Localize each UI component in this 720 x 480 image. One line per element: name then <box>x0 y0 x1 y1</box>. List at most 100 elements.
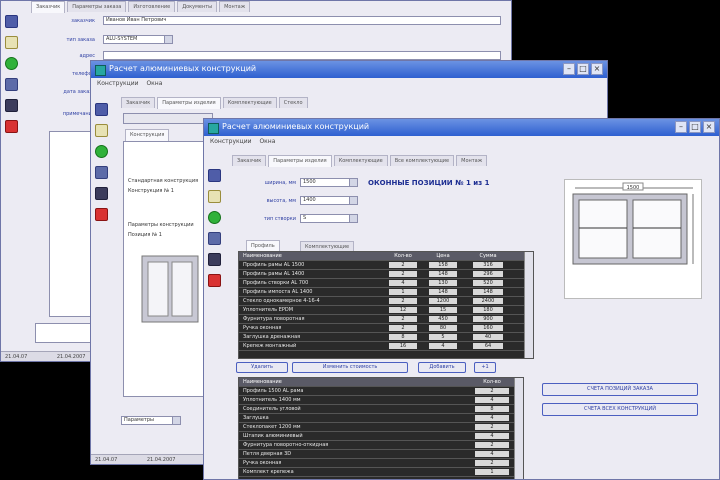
fax-icon[interactable] <box>208 253 221 266</box>
col-name: Наименование <box>243 379 282 385</box>
cell-name: Ручка оконная <box>243 325 282 331</box>
menu-item-constructions[interactable]: Конструкции <box>97 80 139 87</box>
tab-customer[interactable]: Заказчик <box>232 155 267 166</box>
table-row[interactable]: Крепеж монтажный 16 4 64 <box>239 342 533 351</box>
menu-item-constructions[interactable]: Конструкции <box>210 138 252 145</box>
chevron-down-icon[interactable] <box>172 417 180 424</box>
position-invoices-button[interactable]: СЧЕТА ПОЗИЦИЙ ЗАКАЗА <box>542 383 698 396</box>
print-icon[interactable] <box>5 78 18 91</box>
table-row[interactable]: Стекло однокамерное 4-16-4 2 1200 2400 <box>239 297 533 306</box>
grid-scrollbar[interactable] <box>514 378 523 479</box>
toolbar-vertical <box>208 169 224 295</box>
cell-price: 158 <box>429 262 457 268</box>
tab-production[interactable]: Изготовление <box>128 1 176 12</box>
components-grid[interactable]: Наименование Кол-во Профиль 1500 AL рама… <box>238 377 524 479</box>
table-row[interactable]: Профиль 1500 AL рама 2 <box>239 387 523 396</box>
address-input[interactable] <box>103 51 501 60</box>
add-icon[interactable] <box>5 57 18 70</box>
add-button[interactable]: Добавить <box>418 362 466 373</box>
table-row[interactable]: Комплект крепежа 1 <box>239 468 523 477</box>
table-row[interactable]: Стеклопакет 1200 мм 2 <box>239 423 523 432</box>
menu-item-windows[interactable]: Окна <box>146 80 162 87</box>
minimize-button[interactable]: – <box>563 63 575 75</box>
save-icon[interactable] <box>95 103 108 116</box>
tab-all-components[interactable]: Все комплектующие <box>389 155 455 166</box>
print-icon[interactable] <box>95 166 108 179</box>
table-row[interactable]: Петля дверная 3D 4 <box>239 450 523 459</box>
table-row[interactable]: Штапик алюминиевый 4 <box>239 432 523 441</box>
close-button[interactable]: × <box>703 121 715 133</box>
save-icon[interactable] <box>208 169 221 182</box>
copy-icon[interactable] <box>5 36 18 49</box>
tab-components[interactable]: Комплектующие <box>333 155 388 166</box>
print-icon[interactable] <box>208 232 221 245</box>
width-input[interactable]: 1500 <box>300 178 358 187</box>
sash-select[interactable]: S <box>300 214 358 223</box>
tab-mount[interactable]: Монтаж <box>456 155 488 166</box>
cell-qty: 12 <box>389 307 417 313</box>
tab-customer[interactable]: Заказчик <box>121 97 156 108</box>
cell-name: Профиль рамы AL 1500 <box>243 262 305 268</box>
table-row[interactable]: Уплотнитель 1400 мм 4 <box>239 396 523 405</box>
toolbar-vertical <box>95 103 111 229</box>
app-icon <box>208 123 219 134</box>
chevron-down-icon[interactable] <box>349 215 357 222</box>
maximize-button[interactable]: □ <box>689 121 701 133</box>
tabbar: Заказчик Параметры изделия Комплектующие… <box>232 155 719 167</box>
tabbar: Заказчик Параметры заказа Изготовление Д… <box>31 1 511 13</box>
tab-product-params[interactable]: Параметры изделия <box>157 97 221 109</box>
fax-icon[interactable] <box>5 99 18 112</box>
table-row[interactable]: Профиль рамы AL 1500 2 158 316 <box>239 261 533 270</box>
table-row[interactable]: Заглушка 4 <box>239 414 523 423</box>
table-row[interactable]: Профиль рамы AL 1400 2 148 296 <box>239 270 533 279</box>
spin-icon[interactable] <box>349 179 357 186</box>
tab-order-params[interactable]: Параметры заказа <box>67 1 127 12</box>
table-row[interactable]: Ручка оконная 2 80 160 <box>239 324 533 333</box>
table-row[interactable]: Фурнитура поворотная 2 450 900 <box>239 315 533 324</box>
tab-customer[interactable]: Заказчик <box>31 1 66 13</box>
tab-mount[interactable]: Монтаж <box>219 1 251 12</box>
delete-icon[interactable] <box>95 208 108 221</box>
cell-name: Заглушка дренажная <box>243 334 301 340</box>
menu-item-windows[interactable]: Окна <box>259 138 275 145</box>
fax-icon[interactable] <box>95 187 108 200</box>
tab-documents[interactable]: Документы <box>177 1 218 12</box>
chevron-down-icon[interactable] <box>164 36 172 43</box>
delete-icon[interactable] <box>5 120 18 133</box>
bottom-field[interactable] <box>35 323 95 343</box>
close-button[interactable]: × <box>591 63 603 75</box>
grid-scrollbar[interactable] <box>524 252 533 358</box>
order-type-select[interactable]: ALU-SYSTEM <box>103 35 173 44</box>
table-row[interactable]: Профиль импоста AL 1400 1 148 148 <box>239 288 533 297</box>
delete-button[interactable]: Удалить <box>236 362 288 373</box>
change-cost-button[interactable]: Изменить стоимость <box>292 362 408 373</box>
tab-glass[interactable]: Стекло <box>278 97 308 108</box>
add-icon[interactable] <box>208 211 221 224</box>
table-row[interactable]: Заглушка дренажная 8 5 40 <box>239 333 533 342</box>
delete-icon[interactable] <box>208 274 221 287</box>
copy-icon[interactable] <box>95 124 108 137</box>
table-row[interactable]: Соединитель угловой 8 <box>239 405 523 414</box>
copy-icon[interactable] <box>208 190 221 203</box>
cell-price: 148 <box>429 271 457 277</box>
params-select[interactable]: Параметры <box>121 416 181 425</box>
profile-grid[interactable]: Наименование Кол-во Цена Сумма Профиль р… <box>238 251 534 359</box>
height-input[interactable]: 1400 <box>300 196 358 205</box>
table-row[interactable]: Ручка оконная 2 <box>239 459 523 468</box>
minimize-button[interactable]: – <box>675 121 687 133</box>
maximize-button[interactable]: □ <box>577 63 589 75</box>
tab-construction[interactable]: Конструкция <box>125 129 170 141</box>
add-icon[interactable] <box>95 145 108 158</box>
cell-qty: 1 <box>475 469 509 475</box>
save-icon[interactable] <box>5 15 18 28</box>
table-row[interactable]: Фурнитура поворотно-откидная 2 <box>239 441 523 450</box>
tab-product-params[interactable]: Параметры изделия <box>268 155 332 167</box>
spin-icon[interactable] <box>349 197 357 204</box>
customer-input[interactable]: Иванов Иван Петрович <box>103 16 501 25</box>
tab-components[interactable]: Комплектующие <box>222 97 277 108</box>
increment-button[interactable]: +1 <box>474 362 496 373</box>
all-constructions-invoices-button[interactable]: СЧЕТА ВСЕХ КОНСТРУКЦИЙ <box>542 403 698 416</box>
customer-list-panel[interactable] <box>49 131 95 317</box>
table-row[interactable]: Уплотнитель EPDM 12 15 180 <box>239 306 533 315</box>
table-row[interactable]: Профиль створки AL 700 4 130 520 <box>239 279 533 288</box>
